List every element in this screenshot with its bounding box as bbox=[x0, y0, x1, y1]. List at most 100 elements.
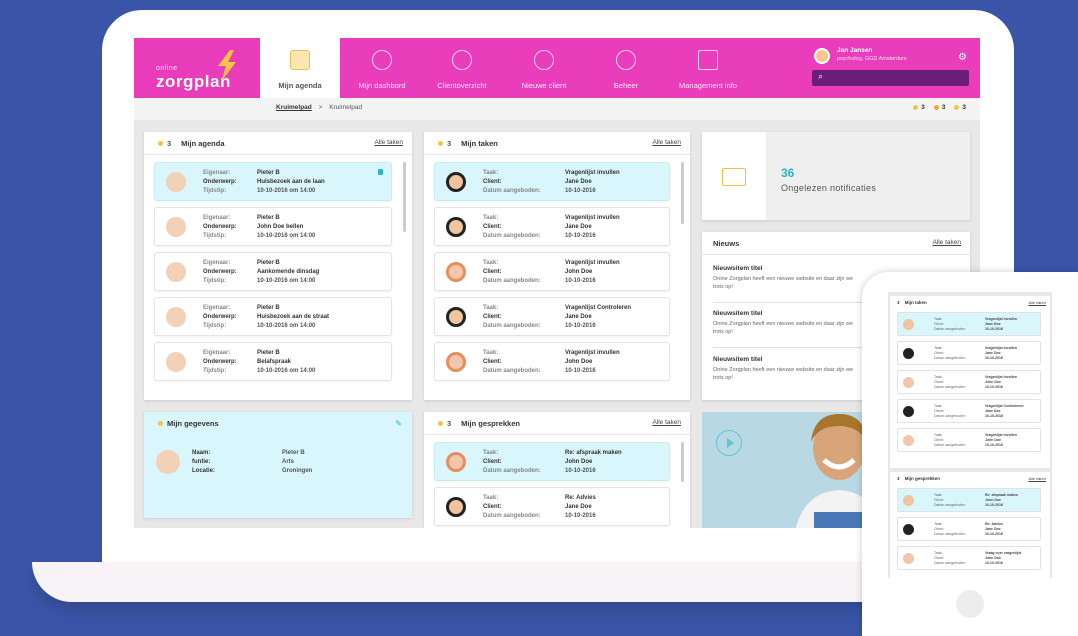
card-title: 3 Mijn gesprekken bbox=[897, 476, 941, 481]
notification-card[interactable]: 36 Ongelezen notificaties bbox=[702, 132, 970, 220]
avatar bbox=[903, 319, 914, 330]
list-item[interactable]: Taak: Vragenlijst invullen Client: John Doe… bbox=[434, 252, 670, 291]
field-value: Belafspraak bbox=[257, 359, 292, 365]
alle-taken-link[interactable]: Alle taken bbox=[1028, 476, 1046, 481]
play-icon[interactable] bbox=[716, 430, 742, 456]
field-label: Taak: bbox=[483, 450, 499, 456]
field-value: Vragenlijst invullen bbox=[565, 215, 620, 221]
list-item[interactable]: Taak: Re: Advies Client: Jane Doe Datum aang… bbox=[897, 517, 1041, 541]
field-value: John Doe bbox=[565, 359, 593, 365]
news-item-title: Nieuwsitem titel bbox=[713, 265, 763, 272]
field-value: Vragenlijst invullen bbox=[565, 350, 620, 356]
list-item[interactable]: Taak: Vragenlijst Controleren Client: Jane … bbox=[434, 297, 670, 336]
avatar bbox=[446, 352, 466, 372]
field-value: Re: Advies bbox=[985, 522, 1003, 526]
taken-card: 3 Mijn taken Alle taken Taak: Vragenlijst… bbox=[424, 132, 690, 400]
field-value: Pieter B bbox=[257, 170, 280, 176]
nav-item-mijn-dashbord[interactable]: Mijn dashbord bbox=[342, 38, 422, 98]
field-value: 10-10-2016 bbox=[985, 327, 1003, 331]
list-item[interactable]: Taak: Re: Advies Client: Jane Doe Datum aang… bbox=[434, 487, 670, 526]
scrollbar[interactable] bbox=[681, 442, 684, 482]
field-label: Naam: bbox=[192, 450, 211, 456]
nav-item-mijn-agenda[interactable]: Mijn agenda bbox=[260, 38, 340, 98]
home-button[interactable] bbox=[956, 590, 984, 618]
pencil-icon bbox=[913, 105, 919, 110]
list-item[interactable]: Taak: Vragenlijst invullen Client: Jane Doe… bbox=[897, 312, 1041, 336]
pencil-icon bbox=[438, 141, 443, 146]
field-label: Client: bbox=[934, 380, 944, 384]
nav-label: Nieuwe client bbox=[521, 81, 567, 90]
list-item[interactable]: Eigenaar: Pieter B Onderwerp: Belafspraak Ti… bbox=[154, 342, 392, 381]
search-icon: ⌕ bbox=[818, 71, 824, 81]
field-value: 10-10-2016 om 14:00 bbox=[257, 323, 316, 329]
list-item[interactable]: Taak: Vragenlijst invullen Client: John Doe… bbox=[897, 370, 1041, 394]
field-label: Datum aangeboden: bbox=[483, 368, 541, 374]
status-counts: 3 3 3 bbox=[913, 104, 966, 111]
field-label: Taak: bbox=[483, 495, 499, 501]
field-label: Onderwerp: bbox=[203, 224, 237, 230]
list-item[interactable]: Eigenaar: Pieter B Onderwerp: John Doe bell… bbox=[154, 207, 392, 246]
count-badge[interactable]: 3 bbox=[913, 104, 925, 111]
field-value: Vragenlijst invullen bbox=[985, 317, 1017, 321]
scrollbar[interactable] bbox=[681, 162, 684, 224]
avatar[interactable] bbox=[814, 48, 830, 64]
search-input[interactable]: ⌕ bbox=[812, 70, 969, 86]
field-value: Jane Doe bbox=[565, 314, 592, 320]
breadcrumb-link[interactable]: Kruimelpad bbox=[276, 104, 312, 111]
field-label: Eigenaar: bbox=[203, 260, 231, 266]
field-value: 10-10-2016 bbox=[985, 561, 1003, 565]
news-item-text: Onine Zorgplan heeft een nieuwe website … bbox=[713, 321, 854, 335]
nav-item-clientoverzicht[interactable]: Clientoverzicht bbox=[422, 38, 502, 98]
gear-icon[interactable]: ⚙ bbox=[958, 52, 967, 63]
agenda-card: 3 Mijn agenda Alle taken Eigenaar: Pieter… bbox=[144, 132, 412, 400]
field-value: Huisbezoek aan de straat bbox=[257, 314, 330, 320]
bell-icon[interactable] bbox=[378, 169, 383, 175]
nav-item-management-info[interactable]: Management info bbox=[668, 38, 748, 98]
list-item[interactable]: Eigenaar: Pieter B Onderwerp: Huisbezoek aa… bbox=[154, 162, 392, 201]
list-item[interactable]: Eigenaar: Pieter B Onderwerp: Huisbezoek aa… bbox=[154, 297, 392, 336]
chat-icon bbox=[954, 105, 960, 110]
nav-label: Beheer bbox=[613, 81, 639, 90]
notification-count: 36 bbox=[781, 166, 795, 180]
nav-item-beheer[interactable]: Beheer bbox=[586, 38, 666, 98]
avatar bbox=[446, 217, 466, 237]
field-label: Taak: bbox=[483, 260, 499, 266]
list-item[interactable]: Taak: Vragenlijst invullen Client: Jane Doe… bbox=[434, 162, 670, 201]
logo[interactable]: online zorgplan bbox=[134, 38, 260, 98]
alle-taken-link[interactable]: Alle taken bbox=[1028, 300, 1046, 305]
breadcrumb-current: Kruimelpad bbox=[329, 104, 363, 111]
lightning-icon bbox=[218, 50, 236, 82]
field-value: John Doe bbox=[985, 380, 1001, 384]
list-item[interactable]: Taak: Vraag over vragenlijst Client: John D… bbox=[897, 546, 1041, 570]
field-label: Taak: bbox=[934, 493, 943, 497]
field-label: Taak: bbox=[483, 170, 499, 176]
nav-item-nieuwe-client[interactable]: Nieuwe client bbox=[504, 38, 584, 98]
count-badge[interactable]: 3 bbox=[954, 104, 966, 111]
list-item[interactable]: Taak: Re: afspraak maken Client: John Doe Da… bbox=[434, 442, 670, 481]
news-item-text: Onine Zorgplan heeft een nieuwe website … bbox=[713, 367, 854, 381]
scrollbar[interactable] bbox=[403, 162, 406, 232]
breadcrumb-separator: > bbox=[318, 104, 323, 111]
person-icon bbox=[158, 421, 163, 426]
alle-taken-link[interactable]: Alle taken bbox=[652, 419, 681, 426]
alle-taken-link[interactable]: Alle taken bbox=[374, 139, 403, 146]
card-title: 3 Mijn taken bbox=[438, 139, 498, 148]
avatar bbox=[166, 352, 186, 372]
field-value: Aankomende dinsdag bbox=[257, 269, 320, 275]
field-value: John Doe bellen bbox=[257, 224, 304, 230]
list-item[interactable]: Taak: Vragenlijst invullen Client: John Doe… bbox=[434, 342, 670, 381]
list-item[interactable]: Taak: Re: afspraak maken Client: John Doe Da… bbox=[897, 488, 1041, 512]
edit-icon[interactable]: ✎ bbox=[395, 419, 402, 428]
alle-taken-link[interactable]: Alle taken bbox=[652, 139, 681, 146]
alle-taken-link[interactable]: Alle taken bbox=[932, 239, 961, 246]
nav-label: Mijn dashbord bbox=[358, 81, 406, 90]
count-badge[interactable]: 3 bbox=[933, 104, 945, 111]
field-value: Vraag over vragenlijst bbox=[985, 551, 1022, 555]
list-item[interactable]: Eigenaar: Pieter B Onderwerp: Aankomende di… bbox=[154, 252, 392, 291]
video-player[interactable] bbox=[702, 412, 862, 528]
list-item[interactable]: Taak: Vragenlijst invullen Client: Jane Doe… bbox=[434, 207, 670, 246]
list-item[interactable]: Taak: Vragenlijst Controleren Client: Jane … bbox=[897, 399, 1041, 423]
list-item[interactable]: Taak: Vragenlijst invullen Client: John Doe… bbox=[897, 428, 1041, 452]
field-label: Taak: bbox=[483, 305, 499, 311]
list-item[interactable]: Taak: Vragenlijst invullen Client: Jane Doe… bbox=[897, 341, 1041, 365]
